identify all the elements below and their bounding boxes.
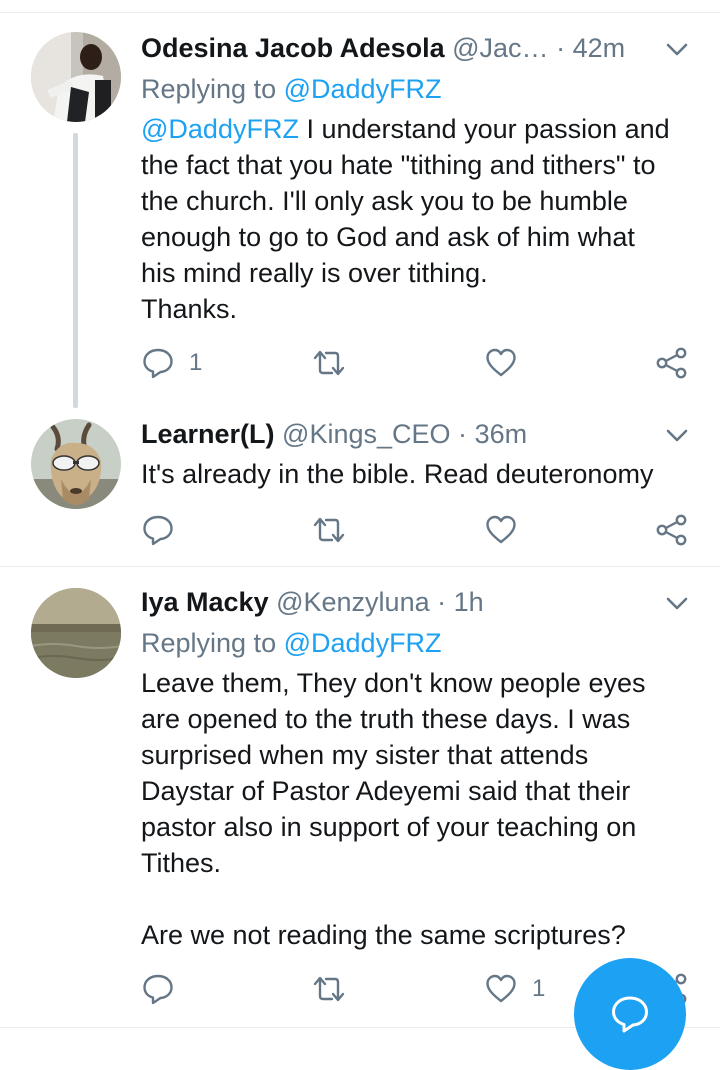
retweet-icon [313,350,345,376]
tweet-text: @DaddyFRZ I understand your passion and … [141,111,701,327]
text-line: Are we not reading the same scriptures? [141,920,626,950]
tweet-text: Leave them, They don't know people eyes … [141,665,701,953]
replying-to-mention[interactable]: @DaddyFRZ [284,628,442,658]
text-line: It's already in the bible. Read deuteron… [141,459,654,489]
compose-reply-icon [612,996,648,1033]
like-count: 1 [532,975,546,1002]
user-handle[interactable]: @Kenzyluna [276,587,430,617]
display-name[interactable]: Iya Macky [141,587,269,617]
avatar[interactable] [31,32,121,122]
user-handle[interactable]: @Jac… [452,33,548,63]
retweet-button[interactable] [311,512,347,548]
text-line: I understand your passion and [298,114,670,144]
text-line: Daystar of Pastor Adeyemi said that thei… [141,776,631,806]
text-line: his mind really is over tithing. [141,258,488,288]
share-icon [656,514,687,546]
replying-to-mention[interactable]: @DaddyFRZ [284,74,442,104]
reply-button[interactable] [141,512,175,548]
avatar[interactable] [31,419,121,509]
avatar-photo-goat-sunglasses [31,419,121,509]
chevron-down-icon[interactable] [664,590,690,616]
tweet-time[interactable]: 36m [475,419,528,449]
text-line: the church. I'll only ask you to be humb… [141,186,628,216]
tweet-text: It's already in the bible. Read deuteron… [141,456,701,492]
text-line: Tithes. [141,848,222,878]
compose-fab-button[interactable] [574,958,686,1070]
replying-to-label: Replying to [141,74,277,104]
speech-bubble-icon [143,515,173,546]
retweet-button[interactable] [311,971,347,1007]
replying-to-line: Replying to @DaddyFRZ [141,72,442,106]
text-line: Leave them, They don't know people eyes [141,668,646,698]
text-line: pastor also in support of your teaching … [141,812,637,842]
tweet-actions: 1 [141,345,701,381]
reply-button[interactable] [141,971,175,1007]
avatar-photo-man [31,32,121,122]
tweet-actions [141,512,701,548]
like-button[interactable] [484,345,518,381]
thread-connector-line [73,133,78,408]
text-line: surprised when my sister that attends [141,740,589,770]
heart-icon [486,348,516,377]
heart-icon [486,974,516,1003]
reply-button[interactable]: 1 [141,345,202,381]
tweet-divider [0,566,720,567]
top-divider [0,12,720,13]
text-line: are opened to the truth these days. I wa… [141,704,631,734]
display-name[interactable]: Learner(L) [141,419,275,449]
like-button[interactable] [484,512,518,548]
share-button[interactable] [655,512,689,548]
retweet-icon [313,517,345,543]
separator-dot: · [458,419,468,449]
avatar[interactable] [31,588,121,678]
tweet-time[interactable]: 42m [573,33,626,63]
heart-icon [486,515,516,544]
user-handle[interactable]: @Kings_CEO [282,419,450,449]
tweet-header: Learner(L) @Kings_CEO · 36m [141,417,527,451]
tweet-header: Iya Macky @Kenzyluna · 1h [141,585,484,619]
text-line: enough to go to God and ask of him what [141,222,635,252]
chevron-down-icon[interactable] [664,36,690,62]
replying-to-line: Replying to @DaddyFRZ [141,626,442,660]
text-line: Thanks. [141,294,238,324]
chevron-down-icon[interactable] [664,422,690,448]
tweet-time[interactable]: 1h [454,587,484,617]
separator-dot: · [437,587,447,617]
avatar-photo-water [31,588,121,678]
reply-count: 1 [189,349,203,376]
share-icon [656,347,687,379]
text-mention[interactable]: @DaddyFRZ [141,114,299,144]
retweet-icon [313,976,345,1002]
like-button[interactable]: 1 [484,971,545,1007]
speech-bubble-icon [143,348,173,379]
retweet-button[interactable] [311,345,347,381]
share-button[interactable] [655,345,689,381]
tweet-header: Odesina Jacob Adesola @Jac… · 42m [141,31,625,65]
separator-dot: · [556,33,566,63]
speech-bubble-icon [143,974,173,1005]
display-name[interactable]: Odesina Jacob Adesola [141,33,445,63]
replying-to-label: Replying to [141,628,277,658]
text-line: the fact that you hate "tithing and tith… [141,150,656,180]
